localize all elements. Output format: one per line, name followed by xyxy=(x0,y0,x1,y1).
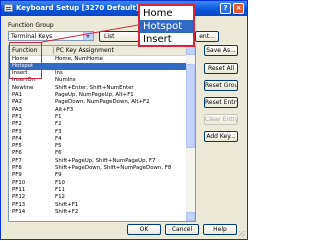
pc-key-cell: PageUp, NumPageUp, Alt+F1 xyxy=(55,92,134,98)
zoom-item-insert: Insert xyxy=(143,34,172,45)
zoom-item-hotspot: Hotspot xyxy=(140,20,193,33)
pc-key-cell: F11 xyxy=(55,186,65,193)
pc-key-cell: F5 xyxy=(55,143,62,150)
pc-key-cell: F3 xyxy=(55,128,62,135)
pc-key-cell: F9 xyxy=(55,172,62,179)
list-item[interactable]: PF8 Shift+PageDown, Shift+NumPageDown, F8 xyxy=(9,165,187,172)
function-cell: PF13 xyxy=(12,201,26,208)
save-as-button[interactable]: Save As... xyxy=(204,45,238,56)
pc-key-cell: F4 xyxy=(55,135,62,142)
reset-entry-button[interactable]: Reset Entry xyxy=(204,97,238,108)
help-title-button[interactable]: ? xyxy=(220,3,231,14)
close-button[interactable]: × xyxy=(233,3,244,14)
ok-button[interactable]: OK xyxy=(127,224,161,235)
list-item[interactable]: PF6 F6 xyxy=(9,150,187,157)
pc-key-cell: Shift+F1 xyxy=(55,201,79,208)
list-item[interactable]: PF5 F5 xyxy=(9,143,187,150)
scroll-thumb[interactable] xyxy=(186,64,195,148)
function-group-label: Function Group xyxy=(8,22,54,29)
pc-key-cell: Shift+Enter, Shift+NumEnter xyxy=(55,84,134,91)
reset-all-button[interactable]: Reset All xyxy=(204,63,238,74)
pc-key-cell: Alt+F3 xyxy=(55,106,74,113)
window-title: Keyboard Setup [3270 Default] xyxy=(16,4,139,12)
pc-key-cell: PageDown, NumPageDown, Alt+F2 xyxy=(55,99,150,106)
list-item[interactable]: PF13 Shift+F1 xyxy=(9,202,187,209)
function-cell: PF12 xyxy=(12,194,26,201)
help-button[interactable]: Help xyxy=(203,224,237,235)
list-item[interactable]: PF14 Shift+F2 xyxy=(9,209,187,216)
pc-key-cell: Ins xyxy=(55,70,63,77)
function-group-value: Terminal Keys xyxy=(11,33,53,40)
function-cell: PA1 xyxy=(12,92,23,98)
function-cell: PF11 xyxy=(12,186,26,193)
function-cell: PF10 xyxy=(12,179,26,186)
function-group-select[interactable]: Terminal Keys xyxy=(8,31,94,41)
function-cell: PF8 xyxy=(12,165,22,171)
header-divider[interactable] xyxy=(53,47,54,54)
list-item[interactable]: PA1 PageUp, NumPageUp, Alt+F1 xyxy=(9,92,187,99)
list-item[interactable]: PF12 F12 xyxy=(9,194,187,201)
keyboard-icon xyxy=(4,4,13,12)
clear-entry-button[interactable]: Clear Entry xyxy=(204,114,238,125)
list-item[interactable]: PF4 F4 xyxy=(9,136,187,143)
function-cell: PF2 xyxy=(12,121,22,128)
entry-button[interactable]: ent... xyxy=(195,31,219,42)
pc-key-cell: F12 xyxy=(55,194,65,201)
scroll-down-icon[interactable] xyxy=(186,212,195,221)
list-item[interactable]: PF10 F10 xyxy=(9,180,187,187)
function-cell: PF3 xyxy=(12,128,22,135)
list-item[interactable]: PF3 F3 xyxy=(9,129,187,136)
pc-key-cell: F6 xyxy=(55,150,62,157)
function-cell: PA3 xyxy=(12,106,23,113)
title-bar[interactable]: Keyboard Setup [3270 Default] ? × xyxy=(1,1,247,16)
function-cell: Newline xyxy=(12,84,34,91)
function-cell: PF5 xyxy=(12,143,22,150)
chevron-down-icon[interactable] xyxy=(83,32,93,40)
function-cell: PF7 xyxy=(12,157,22,164)
scroll-up-icon[interactable] xyxy=(186,46,195,55)
zoom-callout: Home Hotspot Insert xyxy=(138,4,195,47)
pc-key-cell: Shift+PageUp, Shift+NumPageUp, F7 xyxy=(55,157,156,164)
function-cell: PF4 xyxy=(12,135,22,142)
pc-key-cell: Home, NumHome xyxy=(55,55,103,62)
header-pc-key[interactable]: PC Key Assignment xyxy=(56,47,114,54)
reset-group-button[interactable]: Reset Group xyxy=(204,80,238,91)
list-item[interactable]: PF11 F11 xyxy=(9,187,187,194)
pc-key-cell: F10 xyxy=(55,179,65,186)
function-cell: PF9 xyxy=(12,172,22,179)
function-cell: PF1 xyxy=(12,113,22,120)
list-item[interactable]: Newline Shift+Enter, Shift+NumEnter xyxy=(9,85,187,92)
list-item[interactable]: PA2 PageDown, NumPageDown, Alt+F2 xyxy=(9,99,187,106)
keyboard-setup-dialog: Keyboard Setup [3270 Default] ? × Functi… xyxy=(0,0,248,240)
pc-key-cell: Shift+F2 xyxy=(55,208,79,215)
list-item[interactable]: PF9 F9 xyxy=(9,172,187,179)
pc-key-cell: NumIns xyxy=(55,77,76,84)
cancel-button[interactable]: Cancel xyxy=(165,224,199,235)
list-button[interactable]: List xyxy=(99,31,139,42)
function-cell: PF14 xyxy=(12,208,26,215)
function-cell: PA2 xyxy=(12,99,23,106)
pc-key-cell: Shift+PageDown, Shift+NumPageDown, F8 xyxy=(55,165,172,171)
list-item[interactable]: PF2 F2 xyxy=(9,121,187,128)
pc-key-cell: F1 xyxy=(55,113,62,120)
pc-key-cell: F2 xyxy=(55,121,62,128)
zoom-item-home: Home xyxy=(143,8,173,19)
list-item[interactable]: PF1 F1 xyxy=(9,114,187,121)
list-item[interactable]: PF7 Shift+PageUp, Shift+NumPageUp, F7 xyxy=(9,158,187,165)
vertical-scrollbar[interactable] xyxy=(186,46,195,221)
add-key-button[interactable]: Add Key... xyxy=(204,131,238,142)
resize-grip-icon[interactable] xyxy=(239,231,245,237)
list-item[interactable]: PA3 Alt+F3 xyxy=(9,107,187,114)
selection-callout-box xyxy=(9,42,42,79)
function-cell: PF6 xyxy=(12,150,22,157)
